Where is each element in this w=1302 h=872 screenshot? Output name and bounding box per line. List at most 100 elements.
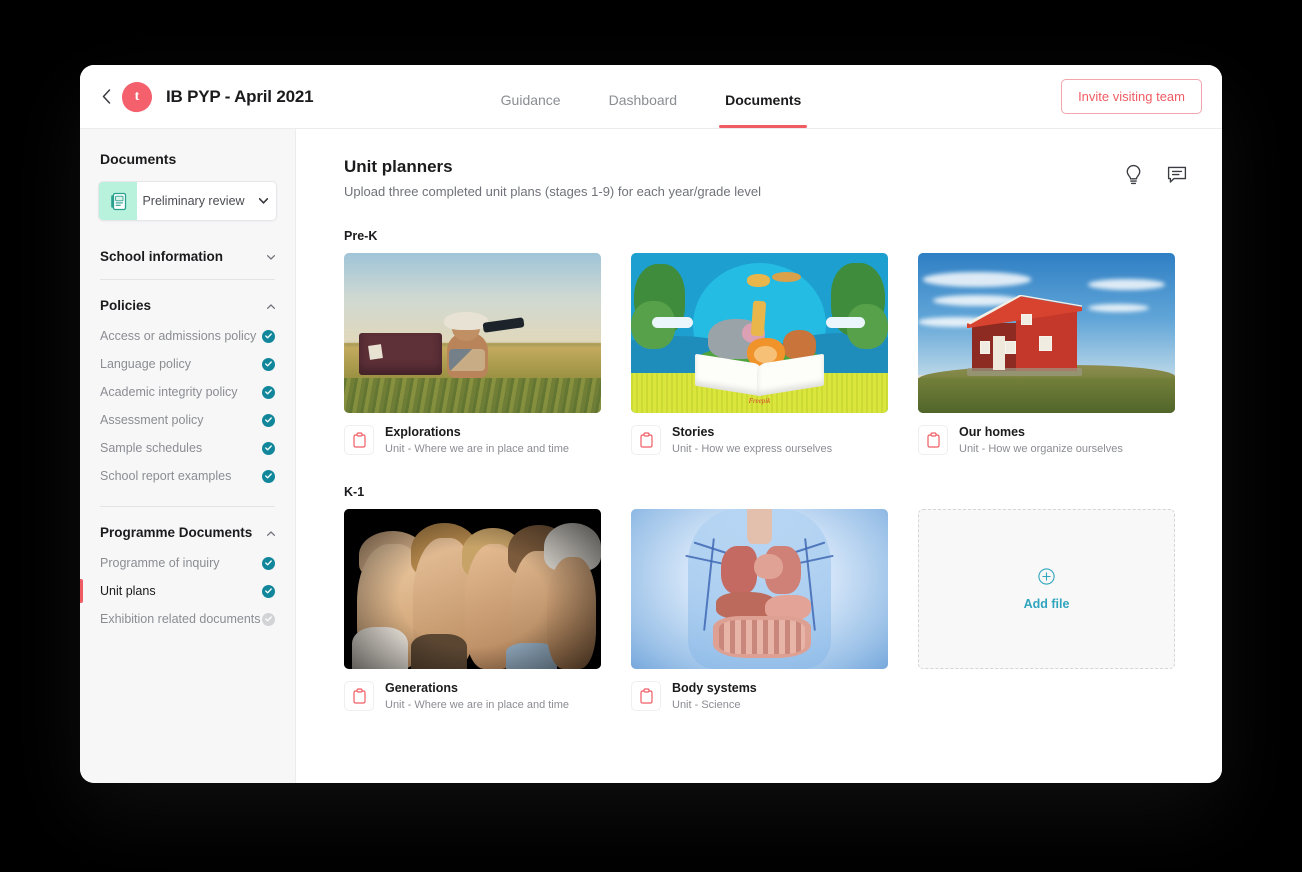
- invite-visiting-team-button[interactable]: Invite visiting team: [1061, 79, 1202, 114]
- card-texts: Explorations Unit - Where we are in plac…: [385, 425, 569, 455]
- logo-letter: t: [134, 88, 140, 104]
- thumbnail-animals-storybook[interactable]: Freepik: [631, 253, 888, 413]
- document-icon: [344, 425, 374, 455]
- sidebar: Documents Preliminary review School info…: [80, 129, 296, 783]
- card-title: Explorations: [385, 425, 461, 439]
- card-meta: Body systems Unit - Science: [631, 681, 888, 711]
- status-check-icon: [262, 413, 275, 427]
- sidebar-item-programme-of-inquiry[interactable]: Programme of inquiry: [80, 549, 295, 577]
- card-row-k-1: Generations Unit - Where we are in place…: [344, 509, 1188, 711]
- sidebar-item-label: Exhibition related documents: [100, 612, 261, 626]
- sidebar-section-programme-documents[interactable]: Programme Documents: [80, 523, 295, 541]
- status-check-icon: [262, 441, 275, 455]
- unit-card-explorations[interactable]: Explorations Unit - Where we are in plac…: [344, 253, 601, 455]
- sidebar-item-unit-plans[interactable]: Unit plans: [80, 577, 295, 605]
- thumbnail-human-anatomy-torso[interactable]: [631, 509, 888, 669]
- tab-guidance[interactable]: Guidance: [501, 68, 561, 128]
- comment-icon[interactable]: [1166, 163, 1188, 185]
- add-file-dropzone[interactable]: Add file: [918, 509, 1175, 669]
- unit-card-our-homes[interactable]: Our homes Unit - How we organize ourselv…: [918, 253, 1175, 455]
- status-check-icon: [262, 357, 275, 371]
- card-unit: Unit - Where we are in place and time: [385, 443, 570, 455]
- card-meta: Our homes Unit - How we organize ourselv…: [918, 425, 1175, 455]
- sidebar-item-label: Access or admissions policy: [100, 329, 257, 343]
- review-stage-value: Preliminary review: [142, 194, 245, 208]
- document-icon: [344, 681, 374, 711]
- sidebar-item-label: Assessment policy: [100, 413, 204, 427]
- sidebar-section-label: Policies: [100, 297, 152, 313]
- tab-dashboard[interactable]: Dashboard: [609, 68, 678, 128]
- top-bar: t IB PYP - April 2021 Guidance Dashboard…: [80, 65, 1222, 129]
- grade-label-pre-k: Pre-K: [344, 229, 378, 243]
- card-unit: Unit - How we organize ourselves: [959, 443, 1123, 455]
- body-split: Documents Preliminary review School info…: [80, 129, 1222, 783]
- document-icon: [631, 681, 661, 711]
- chevron-down-icon[interactable]: [250, 198, 276, 204]
- sidebar-title: Documents: [100, 151, 177, 167]
- notebook-icon: [99, 182, 137, 220]
- card-texts: Our homes Unit - How we organize ourselv…: [959, 425, 1123, 455]
- tab-documents[interactable]: Documents: [719, 68, 808, 128]
- card-row-pre-k: Explorations Unit - Where we are in plac…: [344, 253, 1188, 455]
- main-header-icons: [1122, 157, 1188, 185]
- sidebar-item-label: Academic integrity policy: [100, 385, 238, 399]
- chevron-up-icon[interactable]: [266, 523, 276, 541]
- sidebar-item-language-policy[interactable]: Language policy: [80, 350, 295, 378]
- thumbnail-red-house-hill[interactable]: [918, 253, 1175, 413]
- chevron-down-icon[interactable]: [266, 247, 276, 265]
- card-meta: Explorations Unit - Where we are in plac…: [344, 425, 601, 455]
- main-header: Unit planners Upload three completed uni…: [344, 157, 1188, 199]
- unit-card-stories[interactable]: Freepik Stories Unit - How we express ou…: [631, 253, 888, 455]
- sidebar-item-label: School report examples: [100, 469, 232, 483]
- unit-card-body-systems[interactable]: Body systems Unit - Science: [631, 509, 888, 711]
- unit-planners-subtitle: Upload three completed unit plans (stage…: [344, 184, 761, 199]
- main-header-texts: Unit planners Upload three completed uni…: [344, 157, 761, 199]
- sidebar-item-academic-integrity-policy[interactable]: Academic integrity policy: [80, 378, 295, 406]
- sidebar-divider: [100, 279, 275, 280]
- card-unit: Unit - How we express ourselves: [672, 443, 833, 455]
- main-content: Unit planners Upload three completed uni…: [296, 129, 1222, 783]
- thumbnail-five-generations-profiles[interactable]: [344, 509, 601, 669]
- card-title: Our homes: [959, 425, 1025, 439]
- card-texts: Stories Unit - How we express ourselves: [672, 425, 832, 455]
- plus-circle-icon: [1038, 567, 1055, 590]
- add-file-card[interactable]: Add file: [918, 509, 1175, 711]
- sidebar-item-label: Sample schedules: [100, 441, 203, 455]
- sidebar-item-label: Programme of inquiry: [100, 556, 220, 570]
- review-stage-select[interactable]: Preliminary review: [98, 181, 277, 221]
- sidebar-item-sample-schedules[interactable]: Sample schedules: [80, 434, 295, 462]
- card-title: Stories: [672, 425, 715, 439]
- sidebar-item-school-report-examples[interactable]: School report examples: [80, 462, 295, 490]
- card-title: Generations: [385, 681, 458, 695]
- sidebar-programme-list: Programme of inquiry Unit plans Exhibiti…: [80, 549, 295, 633]
- brand-logo[interactable]: t: [120, 79, 154, 114]
- document-icon: [918, 425, 948, 455]
- sidebar-item-label: Language policy: [100, 357, 192, 371]
- chevron-left-icon[interactable]: [98, 89, 114, 105]
- sidebar-section-policies[interactable]: Policies: [80, 296, 295, 314]
- sidebar-item-exhibition-related-documents[interactable]: Exhibition related documents: [80, 605, 295, 633]
- unit-card-generations[interactable]: Generations Unit - Where we are in place…: [344, 509, 601, 711]
- app-window: t IB PYP - April 2021 Guidance Dashboard…: [80, 65, 1222, 783]
- unit-planners-title: Unit planners: [344, 157, 453, 176]
- thumbnail-child-telescope-field[interactable]: [344, 253, 601, 413]
- status-check-icon: [262, 584, 275, 598]
- sidebar-divider: [100, 506, 275, 507]
- chevron-up-icon[interactable]: [266, 296, 276, 314]
- card-title: Body systems: [672, 681, 757, 695]
- sidebar-section-school-information[interactable]: School information: [80, 247, 295, 265]
- status-check-icon: [262, 612, 275, 626]
- sidebar-item-access-or-admissions-policy[interactable]: Access or admissions policy: [80, 322, 295, 350]
- status-check-icon: [262, 329, 275, 343]
- sidebar-item-label: Unit plans: [100, 584, 156, 598]
- grade-label-k-1: K-1: [344, 485, 365, 499]
- sidebar-item-assessment-policy[interactable]: Assessment policy: [80, 406, 295, 434]
- status-check-icon: [262, 556, 275, 570]
- sidebar-section-label: Programme Documents: [100, 524, 253, 540]
- card-unit: Unit - Science: [672, 699, 741, 711]
- card-meta: Generations Unit - Where we are in place…: [344, 681, 601, 711]
- card-meta: Stories Unit - How we express ourselves: [631, 425, 888, 455]
- add-file-label: Add file: [1023, 596, 1070, 611]
- lightbulb-icon[interactable]: [1122, 163, 1144, 185]
- card-texts: Body systems Unit - Science: [672, 681, 757, 711]
